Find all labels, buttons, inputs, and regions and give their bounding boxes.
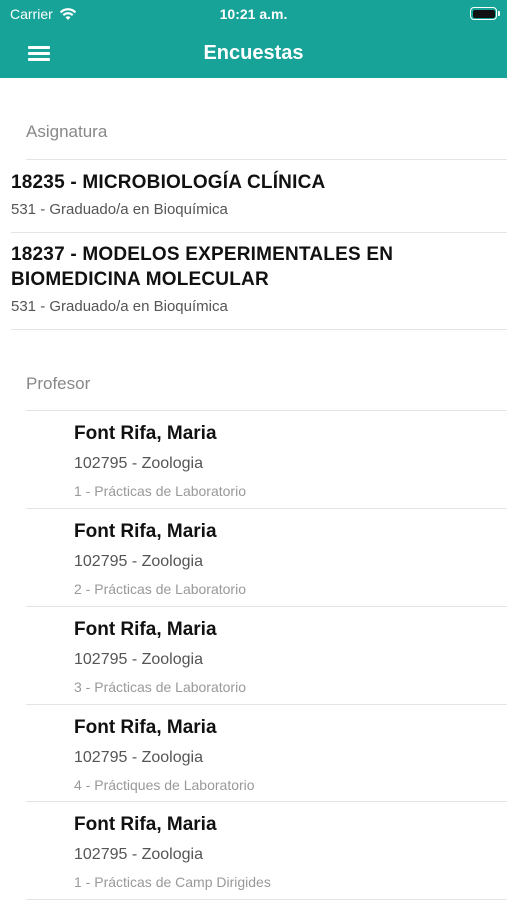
professor-name: Font Rifa, Maria [74,619,217,640]
subject-degree: 531 - Graduado/a en Bioquímica [11,298,228,315]
professor-item[interactable]: Font Rifa, Maria 102795 - Zoologia 1 - P… [26,411,507,509]
professor-group: 1 - Prácticas de Laboratorio [74,483,246,499]
nav-bar: Encuestas [0,30,507,78]
professor-group: 3 - Prácticas de Laboratorio [74,679,246,695]
professor-department: 102795 - Zoologia [74,553,203,570]
professor-group: 1 - Prácticas de Camp Dirigides [74,874,271,890]
professor-name: Font Rifa, Maria [74,814,217,835]
divider [11,232,507,233]
status-bar: Carrier 10:21 a.m. [0,0,507,30]
professor-department: 102795 - Zoologia [74,455,203,472]
divider [26,159,507,160]
subject-item[interactable]: 18237 - MODELOS EXPERIMENTALES EN BIOMED… [11,242,507,315]
professor-department: 102795 - Zoologia [74,651,203,668]
professor-item[interactable]: Font Rifa, Maria 102795 - Zoologia 3 - P… [26,607,507,705]
section-header-profesor: Profesor [26,374,91,393]
subject-degree: 531 - Graduado/a en Bioquímica [11,201,228,218]
professor-name: Font Rifa, Maria [74,423,217,444]
professor-item[interactable]: Font Rifa, Maria 102795 - Zoologia 4 - P… [26,705,507,803]
professor-group: 2 - Prácticas de Laboratorio [74,581,246,597]
subject-item[interactable]: 18235 - MICROBIOLOGÍA CLÍNICA 531 - Grad… [11,170,507,218]
professor-department: 102795 - Zoologia [74,749,203,766]
professor-department: 102795 - Zoologia [74,846,203,863]
subject-title-line1: 18237 - MODELOS EXPERIMENTALES EN [11,244,394,265]
professor-item[interactable]: Font Rifa, Maria 102795 - Zoologia 2 - P… [26,509,507,607]
section-header-asignatura: Asignatura [26,122,108,141]
professor-name: Font Rifa, Maria [74,717,217,738]
professor-name: Font Rifa, Maria [74,521,217,542]
page-title: Encuestas [203,42,304,64]
battery-icon [470,7,500,20]
subject-title-line2: BIOMEDICINA MOLECULAR [11,269,269,290]
professor-item[interactable]: Font Rifa, Maria 102795 - Zoologia 1 - P… [26,802,507,900]
subject-title: 18235 - MICROBIOLOGÍA CLÍNICA [11,172,326,193]
status-time: 10:21 a.m. [219,6,288,22]
divider [11,329,507,330]
professor-group: 4 - Práctiques de Laboratorio [74,777,255,793]
